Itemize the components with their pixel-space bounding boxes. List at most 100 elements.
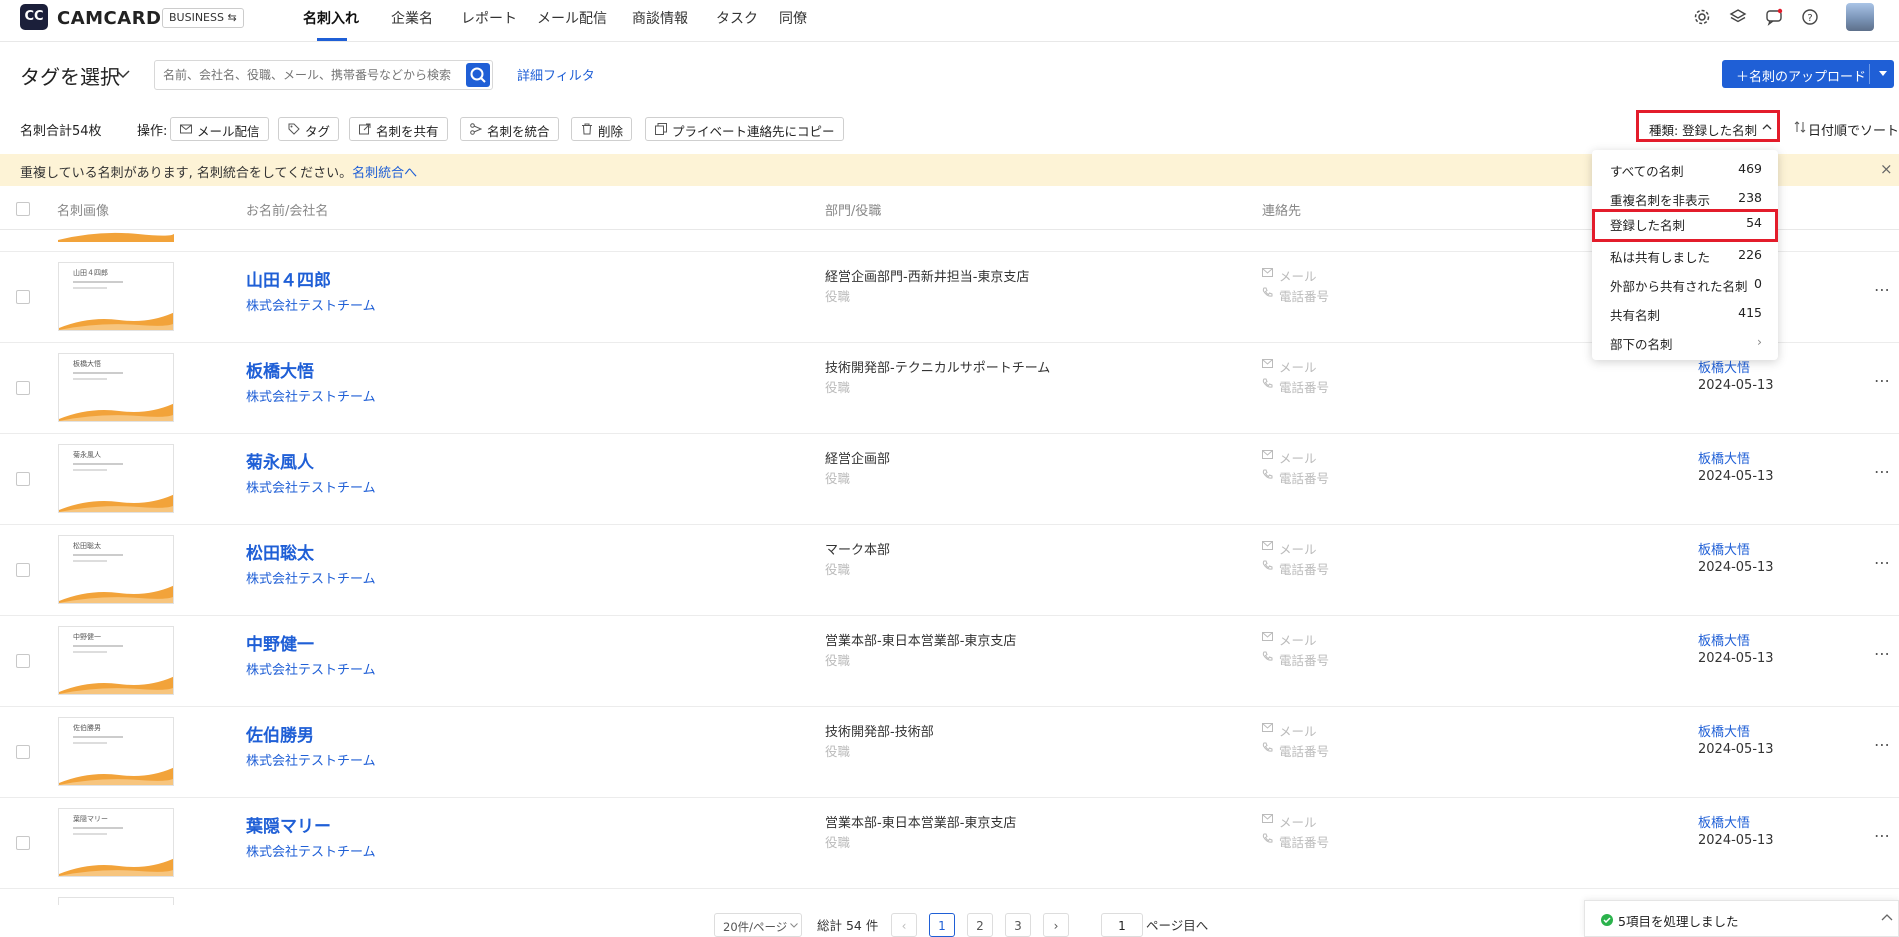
row-checkbox[interactable] (16, 381, 30, 395)
menu-item-subordinates[interactable]: 部下の名刺 › (1592, 328, 1778, 356)
job-title: 役職 (825, 289, 851, 304)
card-thumbnail[interactable]: 佐伯勝男 (58, 717, 174, 786)
search-button[interactable] (466, 63, 490, 87)
page-2-button[interactable]: 2 (967, 913, 993, 937)
table-row[interactable]: 菊永風人 菊永風人 株式会社テストチーム 経営企画部 役職 メール 電話番号 板橋大悟 2024… (0, 434, 1899, 525)
owner-name[interactable]: 板橋大悟 (1698, 448, 1750, 467)
menu-item-hide-duplicates[interactable]: 重複名刺を非表示 238 (1592, 184, 1778, 212)
contact-name[interactable]: 板橋大悟 (246, 357, 314, 382)
owner-name[interactable]: 板橋大悟 (1698, 812, 1750, 831)
card-thumbnail[interactable]: 山田４四郎 (58, 262, 174, 331)
merge-cards-link[interactable]: 名刺統合へ (352, 166, 417, 181)
chat-icon[interactable] (1765, 8, 1783, 26)
page-size-select[interactable]: 20件/ページ (714, 913, 802, 937)
contact-name[interactable]: 中野健一 (246, 630, 314, 655)
nav-reports[interactable]: レポート (461, 8, 517, 28)
more-options-icon[interactable]: ⋯ (1874, 280, 1891, 299)
chevron-up-icon[interactable] (1881, 913, 1893, 921)
next-page-button[interactable]: › (1043, 913, 1069, 937)
company-name[interactable]: 株式会社テストチーム (246, 841, 376, 860)
avatar[interactable] (1846, 3, 1874, 31)
goto-page-input[interactable]: 1 (1101, 913, 1143, 937)
mail-icon (180, 124, 192, 134)
owner-name[interactable]: 板橋大悟 (1698, 539, 1750, 558)
more-options-icon[interactable]: ⋯ (1874, 462, 1891, 481)
row-checkbox[interactable] (16, 836, 30, 850)
menu-item-shared[interactable]: 共有名刺 415 (1592, 299, 1778, 327)
close-icon[interactable]: × (1880, 160, 1893, 178)
table-row[interactable]: 佐伯勝男 佐伯勝男 株式会社テストチーム 技術開発部-技術部 役職 メール 電話番号 板橋大悟… (0, 707, 1899, 798)
card-thumbnail[interactable]: 菊永風人 (58, 444, 174, 513)
tag-select[interactable]: タグを選択 (20, 61, 120, 90)
row-checkbox[interactable] (16, 654, 30, 668)
page-1-button[interactable]: 1 (929, 913, 955, 937)
row-checkbox[interactable] (16, 472, 30, 486)
page-3-button[interactable]: 3 (1005, 913, 1031, 937)
caret-down-icon[interactable] (1879, 71, 1887, 76)
more-options-icon[interactable]: ⋯ (1874, 826, 1891, 845)
more-options-icon[interactable]: ⋯ (1874, 553, 1891, 572)
card-thumbnail[interactable]: 松田聡太 (58, 535, 174, 604)
nav-companies[interactable]: 企業名 (391, 8, 433, 28)
layers-icon[interactable] (1729, 8, 1747, 26)
tag-button[interactable]: タグ (278, 117, 340, 141)
toast-notification: 5項目を処理しました (1584, 900, 1899, 937)
select-all-checkbox[interactable] (16, 202, 30, 216)
gear-icon[interactable] (1693, 8, 1711, 26)
more-options-icon[interactable]: ⋯ (1874, 735, 1891, 754)
card-thumbnail[interactable]: 中野健一 (58, 626, 174, 695)
card-wave (59, 585, 173, 603)
sort-by-date[interactable]: 日付順でソート (1808, 120, 1899, 139)
nav-colleagues[interactable]: 同僚 (779, 8, 807, 28)
menu-item-shared-by-me[interactable]: 私は共有しました 226 (1592, 241, 1778, 269)
menu-item-all[interactable]: すべての名刺 469 (1592, 155, 1778, 183)
company-name[interactable]: 株式会社テストチーム (246, 659, 376, 678)
row-checkbox[interactable] (16, 563, 30, 577)
mail-delivery-button[interactable]: メール配信 (170, 117, 269, 141)
share-card-button[interactable]: 名刺を共有 (349, 117, 448, 141)
camcard-logo[interactable]: CC (20, 4, 48, 30)
chevron-down-icon[interactable] (116, 70, 130, 79)
more-options-icon[interactable]: ⋯ (1874, 644, 1891, 663)
contact-name[interactable]: 松田聡太 (246, 539, 314, 564)
contact-mail: メール (1279, 451, 1317, 466)
contact-name[interactable]: 菊永風人 (246, 448, 314, 473)
company-name[interactable]: 株式会社テストチーム (246, 568, 376, 587)
card-thumbnail[interactable]: 葉隠マリー (58, 808, 174, 877)
table-row[interactable]: 松田聡太 松田聡太 株式会社テストチーム マーク本部 役職 メール 電話番号 板橋大悟 2024… (0, 525, 1899, 616)
advanced-filter-link[interactable]: 詳細フィルタ (517, 65, 595, 84)
merge-card-button[interactable]: 名刺を統合 (460, 117, 559, 141)
nav-mail[interactable]: メール配信 (537, 8, 607, 28)
copy-private-button[interactable]: プライベート連絡先にコピー (645, 117, 844, 141)
card-thumbnail[interactable]: 板橋大悟 (58, 353, 174, 422)
nav-deals[interactable]: 商談情報 (632, 8, 688, 28)
row-checkbox[interactable] (16, 745, 30, 759)
upload-card-button[interactable]: ＋名刺のアップロード (1722, 60, 1894, 88)
menu-item-shared-external[interactable]: 外部から共有された名刺 0 (1592, 270, 1778, 298)
more-options-icon[interactable]: ⋯ (1874, 371, 1891, 390)
contact-name[interactable]: 佐伯勝男 (246, 721, 314, 746)
company-name[interactable]: 株式会社テストチーム (246, 386, 376, 405)
search-input[interactable] (155, 61, 455, 89)
business-switch[interactable]: BUSINESS ⇆ (162, 8, 244, 28)
owner-name[interactable]: 板橋大悟 (1698, 721, 1750, 740)
contact-name[interactable]: 葉隠マリー (246, 812, 331, 837)
help-icon[interactable]: ? (1801, 8, 1819, 26)
company-name[interactable]: 株式会社テストチーム (246, 295, 376, 314)
registered-date: 2024-05-13 (1698, 378, 1774, 393)
mail-icon (1262, 450, 1273, 459)
row-checkbox[interactable] (16, 290, 30, 304)
prev-page-button[interactable]: ‹ (891, 913, 917, 937)
contact-name[interactable]: 山田４四郎 (246, 266, 331, 291)
delete-button[interactable]: 削除 (571, 117, 633, 141)
department: マーク本部 (825, 543, 891, 558)
nav-cards[interactable]: 名刺入れ (303, 8, 359, 28)
table-row[interactable]: 中野健一 中野健一 株式会社テストチーム 営業本部-東日本営業部-東京支店 役職 メール電… (0, 616, 1899, 707)
table-row[interactable]: 葉隠マリー 葉隠マリー 株式会社テストチーム 営業本部-東日本営業部-東京支店 役職 メー… (0, 798, 1899, 889)
nav-tasks[interactable]: タスク (716, 8, 758, 28)
type-filter-dropdown[interactable]: 種類: 登録した名刺 (1636, 110, 1780, 142)
company-name[interactable]: 株式会社テストチーム (246, 477, 376, 496)
owner-name[interactable]: 板橋大悟 (1698, 630, 1750, 649)
company-name[interactable]: 株式会社テストチーム (246, 750, 376, 769)
menu-item-registered[interactable]: 登録した名刺 54 (1592, 209, 1778, 242)
